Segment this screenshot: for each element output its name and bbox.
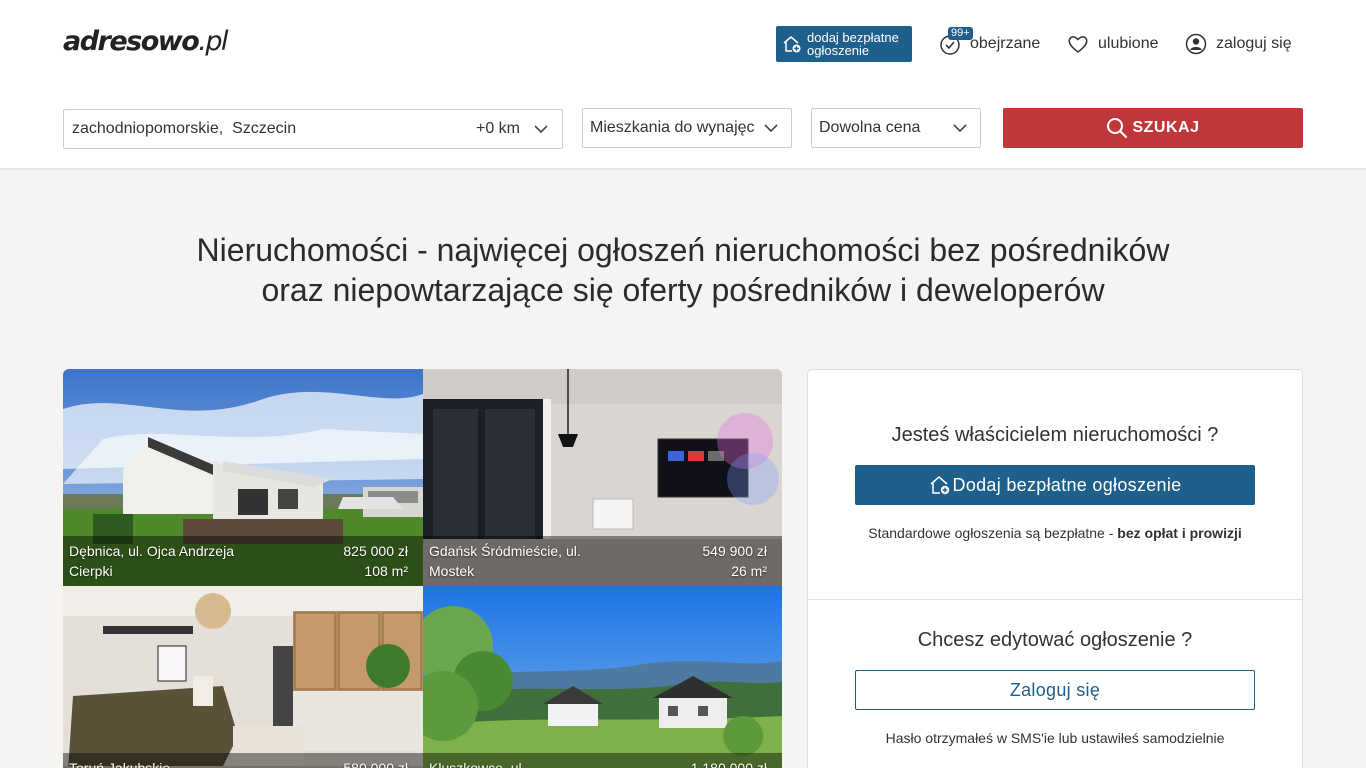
radius-value[interactable]: +0 km [476, 120, 520, 138]
listing-card[interactable]: Gdańsk Śródmieście, ul. Mostek 549 900 z… [423, 369, 782, 586]
add-listing-line2: ogłoszenie [807, 43, 870, 58]
listing-photo-living-room [63, 586, 423, 768]
edit-question: Chcesz edytować ogłoszenie ? [917, 629, 1193, 651]
location-search-input[interactable]: zachodniopomorskie, Szczecin +0 km [63, 109, 563, 149]
property-type-value: Mieszkania do wynajęcia [590, 119, 754, 136]
add-listing-button[interactable]: dodaj bezpłatne ogłoszenie [776, 26, 912, 62]
listing-address: Kluszkowce, ul. [429, 760, 526, 768]
listing-price: 580 000 zł [343, 760, 408, 768]
nav-favorites[interactable]: ulubione [1067, 31, 1159, 57]
house-plus-icon [930, 476, 949, 495]
free-listing-note-bold: bez opłat i prowizji [1117, 525, 1242, 541]
listing-card[interactable]: Dębnica, ul. Ojca Andrzeja Cierpki 825 0… [63, 369, 423, 586]
listing-price: 1 180 000 zł [690, 760, 767, 768]
nav-favorites-label: ulubione [1098, 35, 1159, 52]
add-free-listing-button[interactable]: Dodaj bezpłatne ogłoszenie [855, 465, 1255, 505]
page-headline: Nieruchomości - najwięcej ogłoszeń nieru… [0, 230, 1366, 310]
nav-login[interactable]: zaloguj się [1185, 31, 1292, 57]
watched-count-badge: 99+ [948, 27, 973, 40]
nav-watched[interactable]: 99+ obejrzane [939, 27, 1041, 57]
owner-panel: Jesteś właścicielem nieruchomości ? Doda… [807, 369, 1303, 768]
chevron-down-icon[interactable] [534, 124, 548, 134]
chevron-down-icon [953, 123, 967, 132]
listing-price: 549 900 zł [702, 543, 767, 559]
price-select[interactable]: Dowolna cena [811, 108, 981, 148]
listing-info: Gdańsk Śródmieście, ul. Mostek 549 900 z… [423, 536, 782, 586]
chevron-down-icon [764, 123, 778, 132]
owner-question: Jesteś właścicielem nieruchomości ? [891, 424, 1219, 446]
user-circle-icon [1185, 33, 1207, 55]
listing-card[interactable]: Toruń Jakubskie 580 000 zł [63, 586, 423, 768]
logo-main: adresowo [63, 26, 200, 57]
listing-area: 26 m² [731, 563, 767, 579]
site-header: adresowo.pl dodaj bezpłatne ogłoszenie 9… [0, 0, 1366, 169]
listing-address: Gdańsk Śródmieście, ul. Mostek [429, 543, 581, 579]
house-plus-icon [783, 36, 801, 53]
listing-info: Kluszkowce, ul. 1 180 000 zł [423, 753, 782, 768]
free-listing-note-text: Standardowe ogłoszenia są bezpłatne - [868, 525, 1118, 541]
add-free-listing-label: Dodaj bezpłatne ogłoszenie [952, 474, 1182, 495]
listing-address: Toruń Jakubskie [69, 760, 171, 768]
listing-area: 108 m² [364, 563, 408, 579]
listing-price: 825 000 zł [343, 543, 408, 559]
location-value: zachodniopomorskie, Szczecin [72, 120, 297, 137]
price-value: Dowolna cena [819, 119, 921, 136]
listing-info: Dębnica, ul. Ojca Andrzeja Cierpki 825 0… [63, 536, 423, 586]
heart-icon [1068, 36, 1088, 53]
headline-line1: Nieruchomości - najwięcej ogłoszeń nieru… [196, 232, 1170, 268]
logo-tld: .pl [198, 26, 228, 57]
listing-address: Dębnica, ul. Ojca Andrzeja Cierpki [69, 543, 234, 579]
free-listing-note: Standardowe ogłoszenia są bezpłatne - be… [808, 525, 1302, 541]
nav-login-label: zaloguj się [1216, 35, 1292, 52]
listing-photo-mountain-house [423, 586, 782, 768]
password-note: Hasło otrzymałeś w SMS'ie lub ustawiłeś … [885, 730, 1225, 746]
search-icon [1107, 118, 1128, 139]
search-button[interactable]: SZUKAJ [1003, 108, 1303, 148]
listing-card[interactable]: Kluszkowce, ul. 1 180 000 zł [423, 586, 782, 768]
login-button[interactable]: Zaloguj się [855, 670, 1255, 710]
site-logo[interactable]: adresowo.pl [63, 26, 229, 57]
panel-divider [808, 599, 1302, 600]
listing-info: Toruń Jakubskie 580 000 zł [63, 753, 423, 768]
headline-line2: oraz niepowtarzające się oferty pośredni… [261, 272, 1105, 308]
nav-watched-label: obejrzane [970, 35, 1041, 52]
featured-listings-grid: Dębnica, ul. Ojca Andrzeja Cierpki 825 0… [63, 369, 782, 768]
search-button-label: SZUKAJ [1132, 119, 1200, 136]
property-type-select[interactable]: Mieszkania do wynajęcia [582, 108, 792, 148]
